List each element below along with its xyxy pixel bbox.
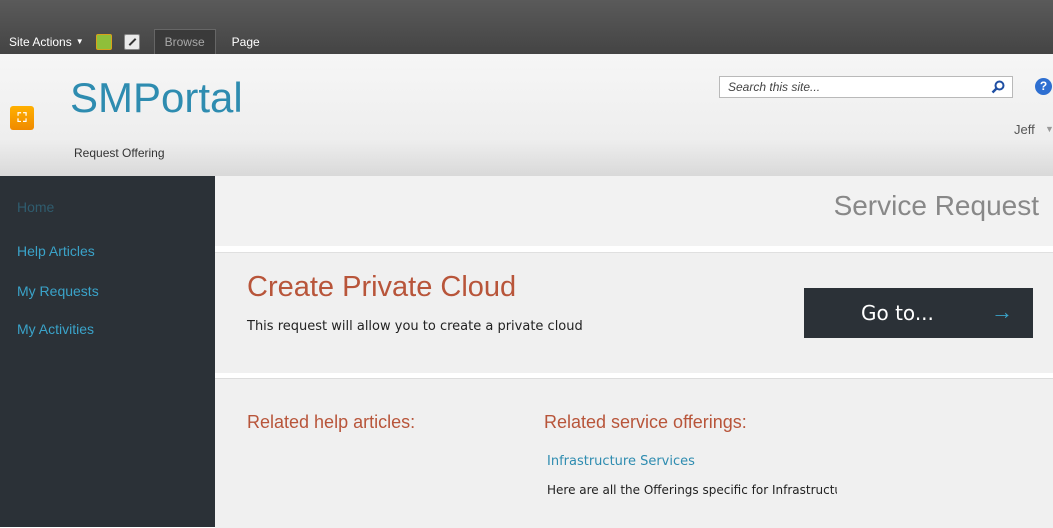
tab-page-label: Page: [231, 34, 260, 49]
related-panel: Related help articles: Related service o…: [215, 378, 1053, 528]
site-logo-icon: ⛶: [10, 106, 34, 130]
nav-item-my-activities[interactable]: My Activities: [17, 321, 94, 337]
related-service-description: Here are all the Offerings specific for …: [547, 483, 837, 497]
nav-item-help-articles[interactable]: Help Articles: [17, 243, 95, 259]
nav-item-home[interactable]: Home: [17, 199, 54, 215]
tab-browse-label: Browse: [164, 35, 205, 49]
search-box: [719, 76, 1013, 98]
chevron-down-icon[interactable]: ▼: [1045, 124, 1053, 134]
site-actions-menu[interactable]: Site Actions ▼: [9, 35, 84, 49]
user-menu[interactable]: Jeff: [1014, 122, 1035, 137]
related-help-heading: Related help articles:: [247, 412, 416, 432]
search-icon[interactable]: [990, 79, 1006, 95]
chevron-down-icon: ▼: [75, 37, 84, 46]
navigate-up-icon[interactable]: [95, 33, 112, 50]
left-navigation: Home Help Articles My Requests My Activi…: [0, 176, 215, 527]
breadcrumb: Request Offering: [74, 146, 165, 160]
search-input[interactable]: [726, 78, 985, 96]
goto-button-label: Go to...: [861, 301, 934, 325]
ribbon-row: Site Actions ▼ Browse Page: [0, 29, 260, 54]
tab-page[interactable]: Page: [232, 35, 260, 49]
nav-item-my-requests[interactable]: My Requests: [17, 283, 99, 299]
page-title-bar: Service Request: [215, 176, 1053, 246]
tab-browse[interactable]: Browse: [153, 29, 216, 54]
goto-button[interactable]: Go to... →: [804, 288, 1033, 338]
site-actions-label: Site Actions: [9, 34, 72, 49]
help-icon[interactable]: ?: [1035, 78, 1052, 95]
arrow-right-icon: →: [991, 299, 1013, 324]
edit-page-icon[interactable]: [123, 33, 140, 50]
site-title[interactable]: SMPortal: [70, 74, 243, 122]
offering-description: This request will allow you to create a …: [247, 319, 583, 334]
site-header: ⛶ SMPortal Request Offering ? Jeff ▼: [0, 54, 1053, 176]
offering-title: Create Private Cloud: [247, 271, 517, 303]
ribbon-bar: Site Actions ▼ Browse Page: [0, 0, 1053, 54]
page-title: Service Request: [833, 190, 1039, 221]
related-service-link[interactable]: Infrastructure Services: [547, 454, 695, 469]
offering-panel: Create Private Cloud This request will a…: [215, 252, 1053, 373]
related-services-heading: Related service offerings:: [544, 412, 747, 432]
